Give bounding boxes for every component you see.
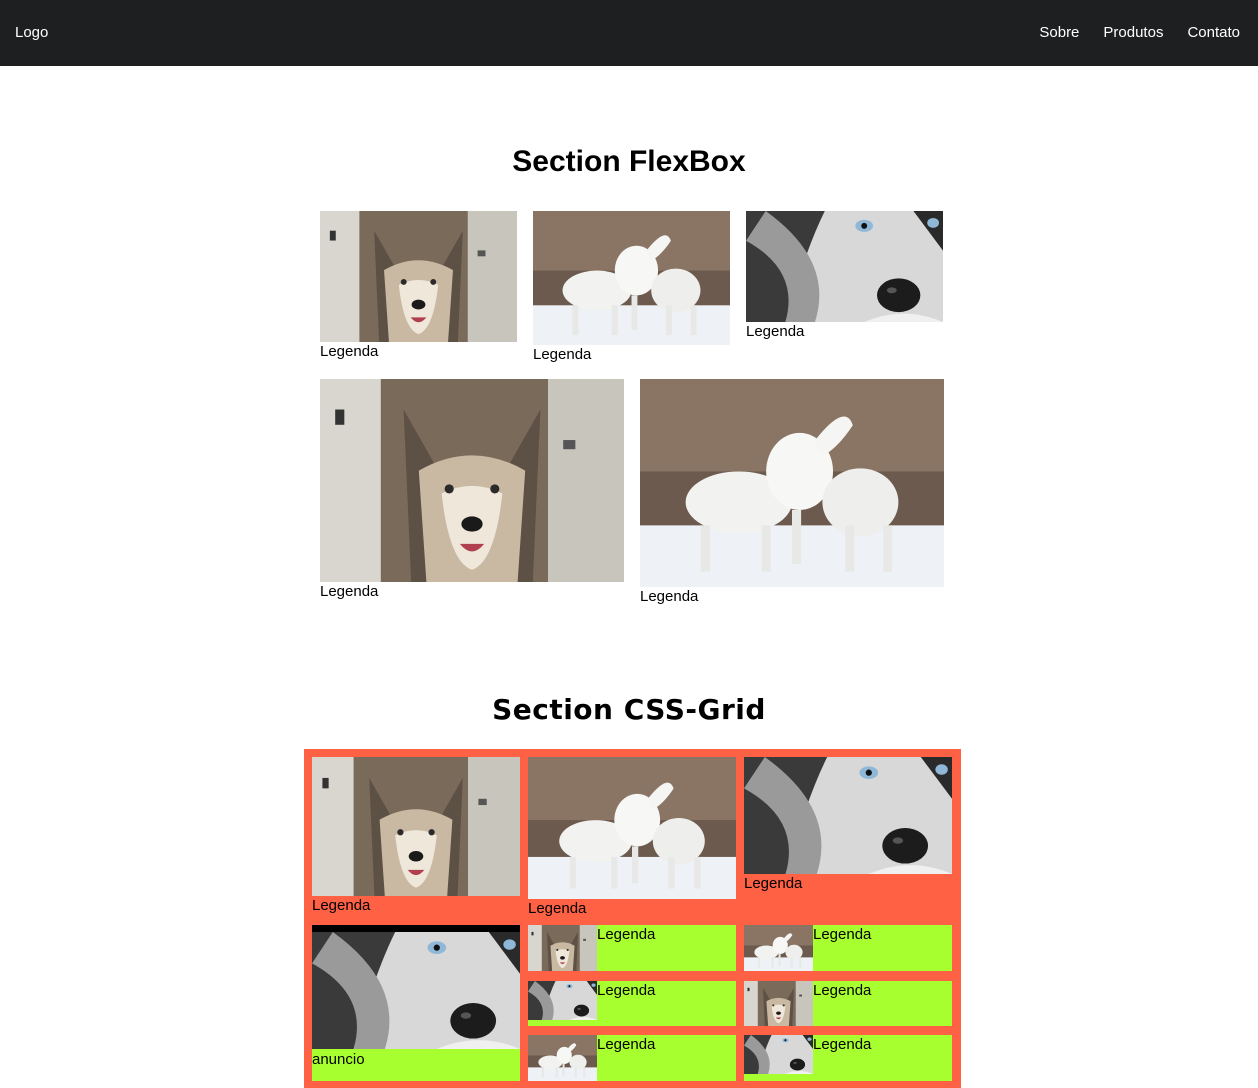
husky-image (746, 211, 943, 322)
image-caption: Legenda (746, 323, 805, 340)
gray-wolf-thumbnail (528, 925, 597, 971)
logo[interactable]: Logo (15, 24, 48, 41)
image-caption: Legenda (597, 1036, 656, 1053)
image-caption: Legenda (320, 583, 379, 600)
husky-image (744, 757, 952, 874)
ad-label: anuncio (312, 1051, 365, 1068)
image-caption: Legenda (640, 588, 699, 605)
nav-link-produtos[interactable]: Produtos (1103, 24, 1163, 41)
white-wolves-image (533, 211, 730, 345)
flexbox-section-title: Section FlexBox (512, 145, 746, 178)
ad-top-bar (312, 925, 520, 932)
white-wolves-image (528, 757, 736, 899)
image-caption: Legenda (533, 346, 592, 363)
white-wolves-image-large (640, 379, 944, 587)
white-wolves-thumbnail (744, 925, 813, 971)
top-navbar: Logo Sobre Produtos Contato (0, 0, 1258, 66)
image-caption: Legenda (813, 926, 872, 943)
main-nav: Sobre Produtos Contato (1039, 24, 1240, 41)
gray-wolf-thumbnail (744, 981, 813, 1026)
image-caption: Legenda (320, 343, 379, 360)
husky-thumbnail (528, 981, 597, 1020)
husky-thumbnail (744, 1035, 813, 1074)
gray-wolf-image-large (320, 379, 624, 582)
image-caption: Legenda (528, 900, 587, 917)
gray-wolf-image (320, 211, 517, 342)
nav-link-contato[interactable]: Contato (1187, 24, 1240, 41)
image-caption: Legenda (597, 982, 656, 999)
image-caption: Legenda (813, 1036, 872, 1053)
husky-ad-image (312, 932, 520, 1049)
grid-section-title: Section CSS-Grid (492, 693, 766, 726)
image-caption: Legenda (813, 982, 872, 999)
nav-link-sobre[interactable]: Sobre (1039, 24, 1079, 41)
image-caption: Legenda (597, 926, 656, 943)
gray-wolf-image (312, 757, 520, 896)
image-caption: Legenda (312, 897, 371, 914)
image-caption: Legenda (744, 875, 803, 892)
white-wolves-thumbnail (528, 1035, 597, 1081)
